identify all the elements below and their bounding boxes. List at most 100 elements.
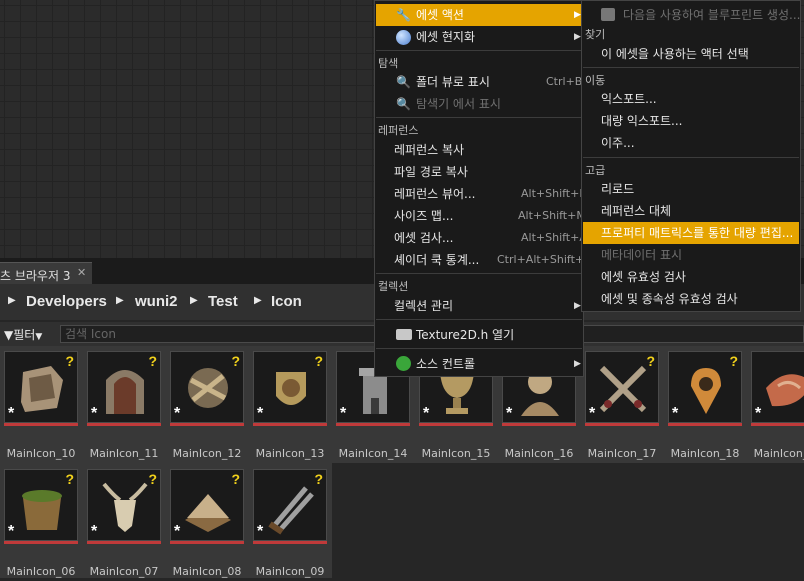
menu-item-copy-file-path[interactable]: 파일 경로 복사 [376, 161, 582, 183]
asset-thumbnail: ?* [170, 351, 244, 423]
section-header-references: 레퍼런스 [378, 124, 419, 137]
menu-item-reload[interactable]: 리로드 [583, 178, 799, 200]
asset-tile[interactable]: ? * MainIcon_18 [668, 351, 742, 463]
asset-type-bar [419, 423, 493, 426]
breadcrumb-separator-icon[interactable]: ▶ [116, 295, 124, 306]
breadcrumb-separator-icon[interactable]: ▶ [190, 295, 198, 306]
asset-thumbnail: ?* [4, 351, 78, 423]
blueprint-icon [601, 8, 615, 21]
asset-tile[interactable]: ? * MainIcon_09 [253, 469, 327, 581]
menu-item-shader-cook-stats[interactable]: 셰이더 쿡 통계... Ctrl+Alt+Shift+S [376, 249, 591, 271]
menu-item-asset-localization[interactable]: 에셋 현지화 ▶ [376, 26, 582, 48]
wrench-icon: 🔧 [396, 8, 411, 22]
menu-item-open-header[interactable]: Texture2D.h 열기 [376, 324, 582, 346]
asset-thumbnail: ?* [668, 351, 742, 423]
dirty-badge-icon: ? [231, 353, 240, 369]
menu-item-show-in-folder-view[interactable]: 🔍 폴더 뷰로 표시 Ctrl+B [376, 71, 582, 93]
breadcrumb-separator-icon[interactable]: ▶ [8, 295, 16, 306]
asset-icon [22, 490, 62, 530]
breadcrumb-item-developers[interactable]: Developers [26, 293, 107, 310]
dirty-badge-icon: ? [148, 353, 157, 369]
asset-tile[interactable]: ? * MainIcon_12 [170, 351, 244, 463]
asset-tile[interactable]: ? * MainIcon_07 [87, 469, 161, 581]
asset-view[interactable]: ? * MainIcon_10? * MainIcon_11? * MainIcon_12?… [0, 346, 804, 578]
section-header-find: 찾기 [585, 28, 606, 41]
source-control-status-icon: * [8, 405, 15, 422]
source-control-status-icon: * [506, 405, 513, 422]
asset-type-bar [170, 423, 244, 426]
dirty-badge-icon: ? [646, 353, 655, 369]
asset-tile[interactable]: ? * MainIcon_06 [4, 469, 78, 581]
tab-label: 츠 브라우저 3 [0, 269, 71, 283]
menu-item-bulk-export[interactable]: 대량 익스포트... [583, 110, 799, 132]
menu-item-reference-viewer[interactable]: 레퍼런스 뷰어... Alt+Shift+R [376, 183, 587, 205]
breadcrumb-item-wuni2[interactable]: wuni2 [135, 293, 178, 310]
menu-item-show-metadata[interactable]: 메타데이터 표시 [583, 244, 799, 266]
asset-icon [106, 370, 144, 414]
menu-item-migrate[interactable]: 이주... [583, 132, 799, 154]
dirty-badge-icon: ? [65, 353, 74, 369]
menu-item-show-in-explorer[interactable]: 🔍 탐색기 에서 표시 [376, 93, 582, 115]
tab-close-icon[interactable]: ✕ [77, 266, 86, 279]
asset-name: MainIcon_06 [6, 565, 76, 578]
asset-icon [268, 486, 314, 535]
section-header-move: 이동 [585, 74, 606, 87]
breadcrumb-item-test[interactable]: Test [208, 293, 238, 310]
menu-item-replace-references[interactable]: 레퍼런스 대체 [583, 200, 799, 222]
asset-icon [276, 372, 306, 405]
asset-type-bar [87, 423, 161, 426]
asset-type-bar [170, 541, 244, 544]
filter-button[interactable]: ▼필터▼ [4, 326, 42, 343]
asset-type-bar [585, 423, 659, 426]
magnifier-icon: 🔍 [396, 97, 411, 111]
asset-thumbnail: ?* [585, 351, 659, 423]
menu-item-asset-actions[interactable]: 🔧 에셋 액션 ▶ [376, 4, 582, 26]
asset-name: MainIcon_17 [587, 447, 657, 460]
source-control-status-icon: * [423, 405, 430, 422]
menu-item-bulk-edit-property-matrix[interactable]: 프로퍼티 매트릭스를 통한 대량 편집... [583, 222, 799, 244]
source-control-status-icon: * [589, 405, 596, 422]
dirty-badge-icon: ? [314, 471, 323, 487]
menu-item-validate-assets[interactable]: 에셋 유효성 검사 [583, 266, 799, 288]
dirty-badge-icon: ? [148, 471, 157, 487]
menu-item-export[interactable]: 익스포트... [583, 88, 799, 110]
asset-tile[interactable]: ? * MainIcon_17 [585, 351, 659, 463]
asset-thumbnail: ?* [253, 351, 327, 423]
magnifier-icon: 🔍 [396, 75, 411, 89]
menu-divider [583, 157, 799, 158]
asset-tile[interactable]: ? * MainIcon_13 [253, 351, 327, 463]
menu-item-select-actors-using[interactable]: 이 에셋을 사용하는 액터 선택 [583, 43, 799, 65]
asset-name: MainIcon_13 [255, 447, 325, 460]
chevron-down-icon: ▼ [35, 332, 43, 342]
asset-tile[interactable]: ?* MainIcon_19 [751, 351, 804, 463]
breadcrumb-item-icon[interactable]: Icon [271, 293, 302, 310]
asset-tile[interactable]: ? * MainIcon_10 [4, 351, 78, 463]
menu-item-manage-collections[interactable]: 컬렉션 관리 ▶ [376, 295, 582, 317]
content-browser-tab[interactable]: 츠 브라우저 3 ✕ [0, 262, 92, 285]
source-control-status-icon: * [257, 405, 264, 422]
section-header-advanced: 고급 [585, 164, 606, 177]
asset-thumbnail: ?* [87, 469, 161, 541]
menu-item-asset-audit[interactable]: 에셋 검사... Alt+Shift+A [376, 227, 587, 249]
asset-type-bar [4, 541, 78, 544]
menu-item-create-blueprint-using[interactable]: 다음을 사용하여 블루프린트 생성... [583, 4, 800, 26]
asset-icon [766, 374, 804, 407]
source-control-icon [396, 356, 411, 371]
menu-item-size-map[interactable]: 사이즈 맵... Alt+Shift+M [376, 205, 586, 227]
source-control-status-icon: * [174, 523, 181, 540]
asset-icon [599, 365, 647, 413]
menu-divider [583, 67, 799, 68]
menu-item-copy-reference[interactable]: 레퍼런스 복사 [376, 139, 582, 161]
asset-tile[interactable]: ? * MainIcon_11 [87, 351, 161, 463]
menu-item-source-control[interactable]: 소스 컨트롤 ▶ [376, 353, 582, 375]
menu-item-validate-assets-and-dependencies[interactable]: 에셋 및 종속성 유효성 검사 [583, 288, 799, 310]
asset-icon [188, 368, 228, 408]
breadcrumb-separator-icon[interactable]: ▶ [254, 295, 262, 306]
asset-icon [102, 482, 148, 532]
asset-tile[interactable]: ? * MainIcon_08 [170, 469, 244, 581]
section-header-collections: 컬렉션 [378, 280, 409, 293]
asset-icon [691, 368, 721, 414]
asset-name: MainIcon_19 [753, 447, 804, 460]
asset-type-bar [87, 541, 161, 544]
asset-name: MainIcon_07 [89, 565, 159, 578]
